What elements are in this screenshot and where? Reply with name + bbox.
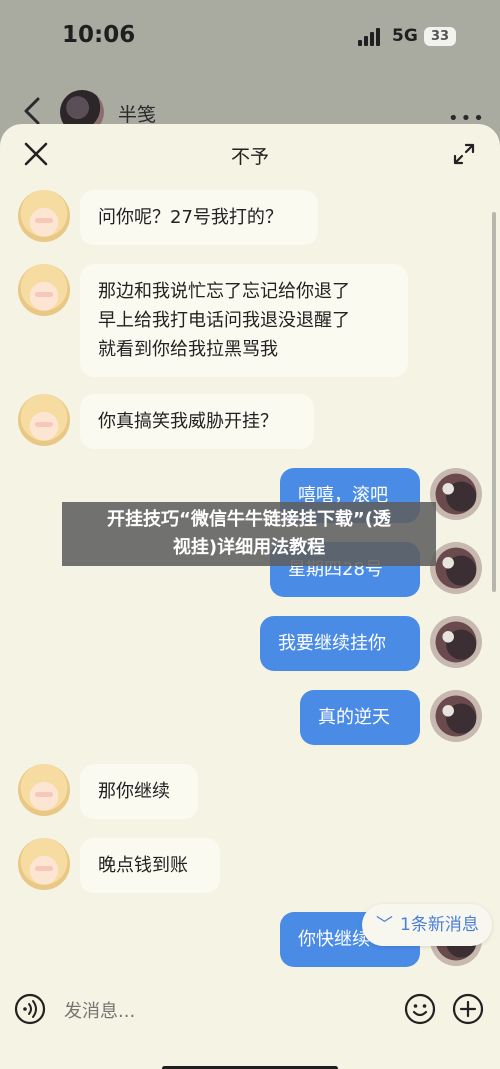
message-bubble-left[interactable]: 那你继续 xyxy=(80,764,198,819)
message-line: 就看到你给我拉黑骂我 xyxy=(98,339,278,360)
sender-avatar[interactable] xyxy=(18,838,70,890)
new-message-label: 1条新消息 xyxy=(400,915,479,935)
my-avatar[interactable] xyxy=(430,616,482,668)
back-arrow-icon[interactable] xyxy=(18,96,48,126)
message-input[interactable] xyxy=(62,989,386,1033)
chevron-down-icon: ﹀ xyxy=(376,915,393,935)
message-bubble-left[interactable]: 那边和我说忙忘了忘记给你退了 早上给我打电话问我退没退醒了 就看到你给我拉黑骂我 xyxy=(80,264,408,377)
message-bubble-left[interactable]: 晚点钱到账 xyxy=(80,838,220,893)
sender-avatar[interactable] xyxy=(18,190,70,242)
my-avatar[interactable] xyxy=(430,542,482,594)
status-bar: 10:06 5G 33 xyxy=(0,0,500,70)
contact-name: 半笺 xyxy=(118,104,157,126)
message-bubble-left[interactable]: 你真搞笑我威胁开挂？ xyxy=(80,394,314,449)
chat-sheet: 不予 问你呢？27号我打的？ 那边和我说忙忘了忘记给你退了 早上给我打电话问我退… xyxy=(0,124,500,1069)
plus-icon[interactable] xyxy=(452,993,484,1025)
sender-avatar[interactable] xyxy=(18,394,70,446)
overlay-banner: 开挂技巧“微信牛牛链接挂下载”(透 视挂)详细用法教程 xyxy=(62,502,436,566)
sender-avatar[interactable] xyxy=(18,264,70,316)
signal-icon xyxy=(358,28,384,46)
new-message-pill[interactable]: ﹀ 1条新消息 xyxy=(362,904,492,946)
battery-icon: 33 xyxy=(424,27,456,46)
overlay-line: 视挂)详细用法教程 xyxy=(172,537,326,558)
sender-avatar[interactable] xyxy=(18,764,70,816)
message-bubble-left[interactable]: 问你呢？27号我打的？ xyxy=(80,190,318,245)
my-avatar[interactable] xyxy=(430,690,482,742)
network-label: 5G xyxy=(392,26,418,46)
expand-icon[interactable] xyxy=(452,142,476,166)
voice-icon[interactable] xyxy=(14,993,46,1025)
scrollbar[interactable] xyxy=(492,212,496,592)
message-bubble-right[interactable]: 我要继续挂你 xyxy=(260,616,420,671)
message-bubble-right[interactable]: 真的逆天 xyxy=(300,690,420,745)
sheet-title: 不予 xyxy=(230,146,269,168)
message-line: 那边和我说忙忘了忘记给你退了 xyxy=(98,281,350,302)
status-time: 10:06 xyxy=(62,22,136,48)
message-line: 早上给我打电话问我退没退醒了 xyxy=(98,310,350,331)
emoji-icon[interactable] xyxy=(404,993,436,1025)
my-avatar[interactable] xyxy=(430,468,482,520)
input-bar xyxy=(0,979,500,1069)
overlay-line: 开挂技巧“微信牛牛链接挂下载”(透 xyxy=(107,509,391,530)
